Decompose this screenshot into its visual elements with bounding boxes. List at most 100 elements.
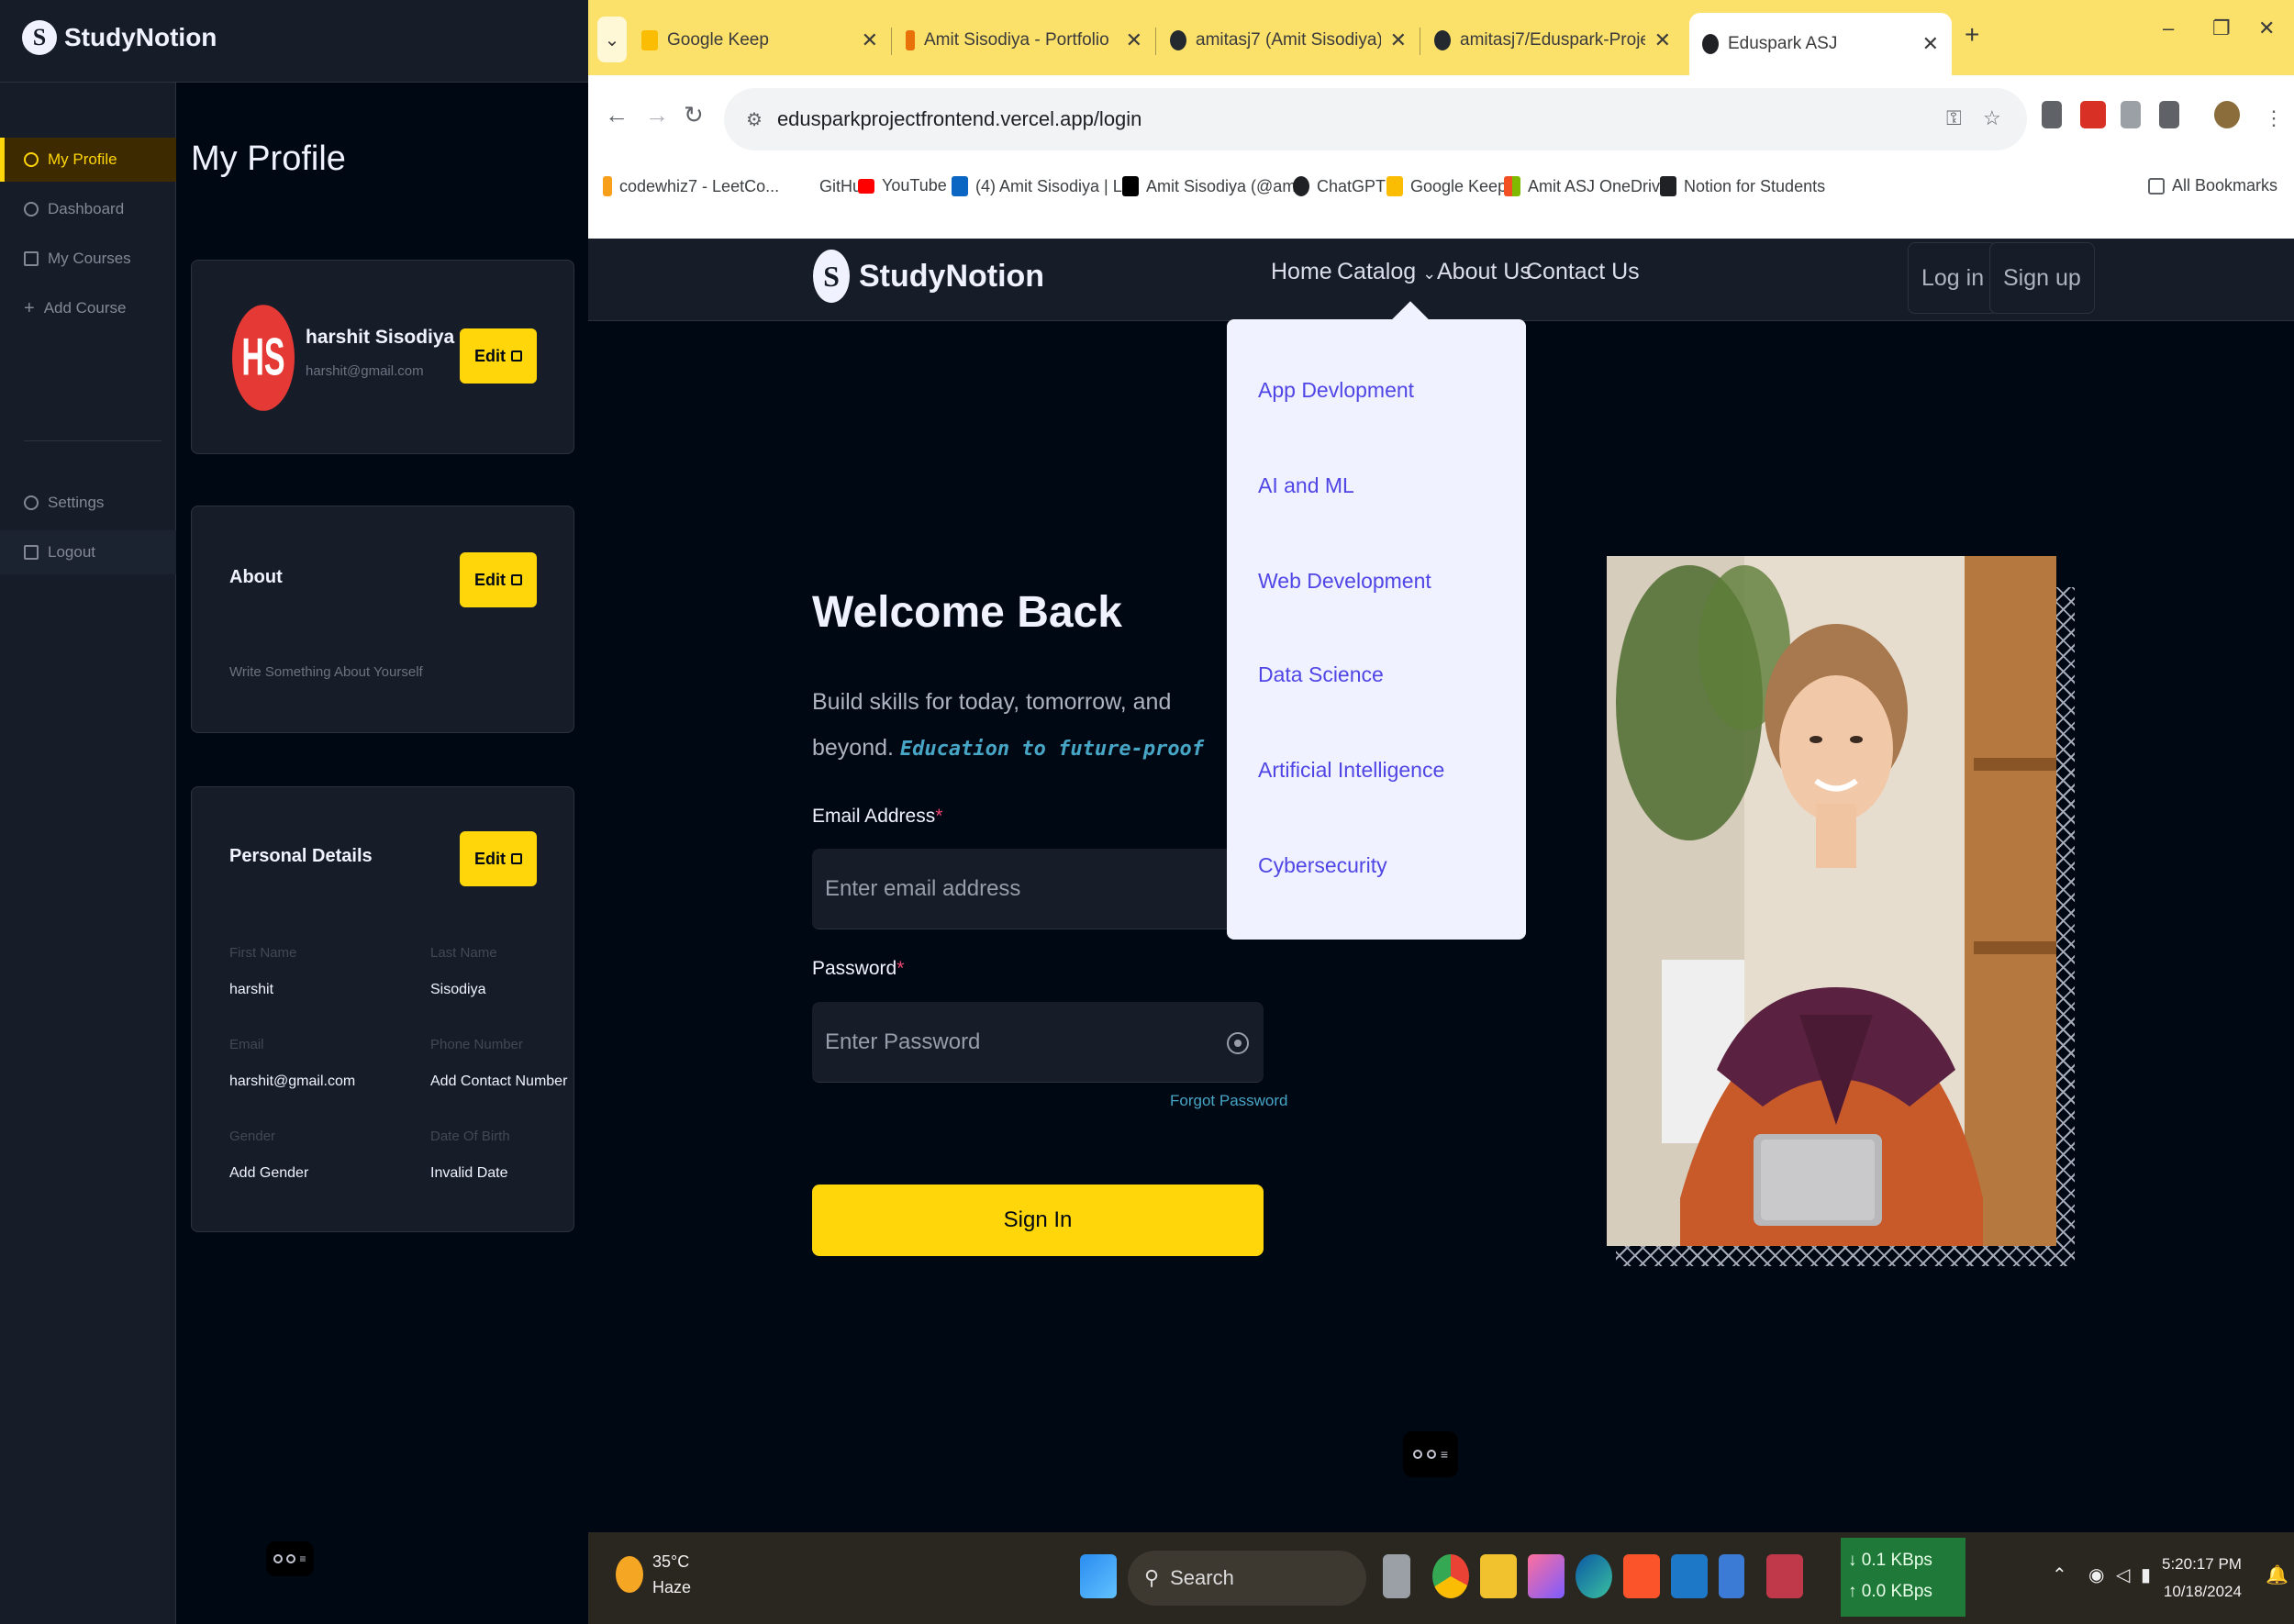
bookmark-notion[interactable]: Notion for Students [1660,176,1825,196]
task-view-icon[interactable] [1383,1554,1410,1598]
puzzle-icon[interactable] [2159,101,2179,128]
nav-catalog[interactable]: Catalog ⌄ [1337,259,1436,285]
close-icon[interactable]: ✕ [1126,28,1142,52]
tagline: Build skills for today, tomorrow, and be… [812,679,1234,780]
password-field[interactable] [812,1002,1264,1083]
extension-icon[interactable] [2042,101,2062,128]
avatar[interactable] [2214,101,2240,128]
bookmark-google-keep[interactable]: Google Keep [1386,176,1507,196]
catalog-item[interactable]: Cybersecurity [1258,853,1387,878]
tab-github-profile[interactable]: amitasj7 (Amit Sisodiya) ✕ [1157,13,1420,68]
reload-button[interactable]: ↻ [684,101,704,129]
sidebar-item-label: Settings [48,494,105,511]
tab-google-keep[interactable]: Google Keep ✕ [629,13,891,68]
chevron-up-icon[interactable]: ⌃ [2052,1563,2067,1586]
menu-icon: ≡ [1440,1447,1449,1462]
nav-home[interactable]: Home [1271,259,1332,285]
new-tab-button[interactable]: + [1965,20,1979,50]
bookmark-youtube[interactable]: YouTube [858,176,947,195]
tab-label: Google Keep [667,30,769,50]
volume-icon[interactable]: ◁ [2116,1563,2130,1586]
plus-icon: + [1965,20,1980,49]
nav-about-us[interactable]: About Us [1437,259,1531,285]
close-icon[interactable]: ✕ [1390,28,1407,52]
chrome-icon[interactable] [1432,1554,1469,1598]
brave-icon[interactable] [1623,1554,1660,1598]
bookmark-star-icon[interactable]: ☆ [1983,106,2001,130]
nav-contact-us[interactable]: Contact Us [1526,259,1640,285]
profile-email: harshit@gmail.com [306,363,424,379]
catalog-item[interactable]: Artificial Intelligence [1258,758,1444,783]
notification-bell-icon[interactable]: 🔔 [2266,1563,2288,1586]
close-window-button[interactable]: ✕ [2258,17,2275,40]
required-asterisk: * [896,958,905,979]
bookmark-x[interactable]: Amit Sisodiya (@am... [1122,176,1309,196]
edit-personal-details-button[interactable]: Edit [460,831,537,886]
forward-button[interactable]: → [645,101,669,129]
close-icon[interactable]: ✕ [1654,28,1671,52]
edit-profile-button[interactable]: Edit [460,328,537,384]
notes-icon[interactable] [1719,1554,1744,1598]
chat-widget[interactable]: ≡ [1403,1431,1458,1477]
sidebar-item-my-profile[interactable]: My Profile [0,138,176,182]
tab-github-repo[interactable]: amitasj7/Eduspark-Project-Ind ✕ [1421,13,1684,68]
catalog-item[interactable]: App Devlopment [1258,378,1414,403]
extension-icon[interactable] [2121,101,2141,128]
address-bar[interactable]: ⚙ [724,88,2027,150]
catalog-item[interactable]: AI and ML [1258,473,1354,498]
battery-icon[interactable]: ▮ [2141,1563,2151,1586]
bookmark-leetcode[interactable]: codewhiz7 - LeetCo... [603,176,779,196]
extension-new-icon[interactable] [2080,101,2106,128]
tab-eduspark-active[interactable]: Eduspark ASJ ✕ [1689,13,1952,75]
weather-widget[interactable]: 35°C Haze [616,1549,691,1600]
vscode-icon[interactable] [1671,1554,1708,1598]
windows-start-icon[interactable] [1080,1554,1117,1598]
profile-name: harshit Sisodiya [306,327,455,348]
bookmark-chatgpt[interactable]: ChatGPT [1293,176,1386,196]
copilot-icon[interactable] [1528,1554,1565,1598]
wifi-icon[interactable]: ◉ [2088,1563,2104,1586]
tab-portfolio[interactable]: Amit Sisodiya - Portfolio ✕ [893,13,1155,68]
brand-logo[interactable]: S StudyNotion [22,20,217,55]
eye-icon[interactable] [1227,1032,1249,1054]
catalog-item[interactable]: Web Development [1258,569,1431,594]
edit-about-button[interactable]: Edit [460,552,537,607]
url-input[interactable] [776,107,1787,131]
all-bookmarks[interactable]: All Bookmarks [2148,176,2277,195]
back-button[interactable]: ← [605,101,629,129]
sidebar-item-dashboard[interactable]: Dashboard [0,187,176,231]
bookmark-onedrive[interactable]: Amit ASJ OneDrive [1504,176,1669,196]
site-info-icon[interactable]: ⚙ [746,108,763,131]
about-placeholder: Write Something About Yourself [229,664,423,680]
system-clock[interactable]: 5:20:17 PM 10/18/2024 [2162,1551,2242,1606]
sidebar-item-logout[interactable]: Logout [0,530,176,574]
signup-button[interactable]: Sign up [1989,242,2095,314]
sidebar-item-settings[interactable]: Settings [0,481,176,525]
forgot-password-link[interactable]: Forgot Password [1170,1092,1288,1110]
catalog-item[interactable]: Data Science [1258,662,1384,687]
sidebar-item-add-course[interactable]: + Add Course [0,286,176,330]
close-icon[interactable]: ✕ [862,28,878,52]
file-explorer-icon[interactable] [1480,1554,1517,1598]
bookmark-label: Amit Sisodiya (@am... [1146,176,1310,195]
kebab-menu-icon[interactable]: ⋮ [2264,106,2284,130]
restore-button[interactable]: ❐ [2212,17,2231,40]
bookmark-label: Amit ASJ OneDrive [1528,176,1670,195]
taskbar-search[interactable]: ⚲ Search [1128,1551,1366,1606]
edge-icon[interactable] [1576,1554,1612,1598]
email-field[interactable] [812,849,1264,929]
chat-widget[interactable]: ≡ [266,1541,314,1576]
studynotion-logo-icon: S [22,20,57,55]
sign-in-button[interactable]: Sign In [812,1185,1264,1256]
password-key-icon[interactable]: ⚿ [1946,106,1962,130]
close-icon[interactable]: ✕ [1922,32,1939,56]
minimize-button[interactable]: – [2163,17,2174,40]
profile-app: S StudyNotion My Profile Dashboard My Co… [0,0,588,1624]
tab-search-button[interactable]: ⌄ [597,17,627,62]
site-logo[interactable]: S StudyNotion [813,250,1044,303]
login-button[interactable]: Log in [1908,242,1999,314]
bookmark-linkedin[interactable]: (4) Amit Sisodiya | Li... [952,176,1140,196]
sidebar-item-my-courses[interactable]: My Courses [0,237,176,281]
telegram-icon[interactable] [1766,1554,1803,1598]
sidebar-divider [24,440,161,441]
